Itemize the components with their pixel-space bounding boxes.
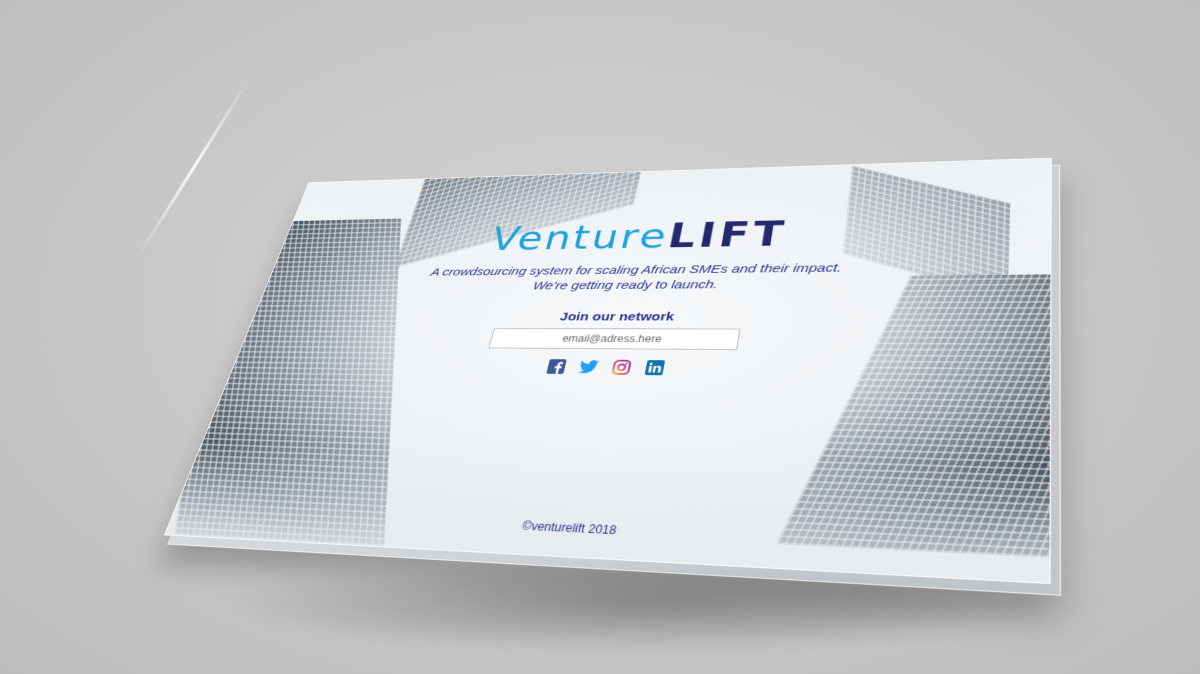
venturelift-logo: Venture LIFT (486, 213, 790, 258)
tagline: A crowdsourcing system for scaling Afric… (424, 261, 842, 295)
social-links (545, 358, 666, 376)
landing-page: Venture LIFT A crowdsourcing system for s… (163, 157, 1052, 585)
email-input[interactable] (488, 328, 741, 351)
logo-lift-text: LIFT (664, 213, 790, 256)
facebook-icon[interactable] (545, 358, 568, 374)
linkedin-icon[interactable] (643, 359, 666, 376)
twitter-icon[interactable] (577, 359, 600, 376)
instagram-icon[interactable] (610, 359, 633, 376)
perspective-wrapper: Venture LIFT A crowdsourcing system for s… (0, 0, 1200, 674)
join-heading: Join our network (558, 310, 676, 324)
logo-venture-text: Venture (486, 216, 673, 258)
mockup-stage: Venture LIFT A crowdsourcing system for s… (0, 0, 1200, 674)
device-slab: Venture LIFT A crowdsourcing system for s… (163, 157, 1062, 596)
